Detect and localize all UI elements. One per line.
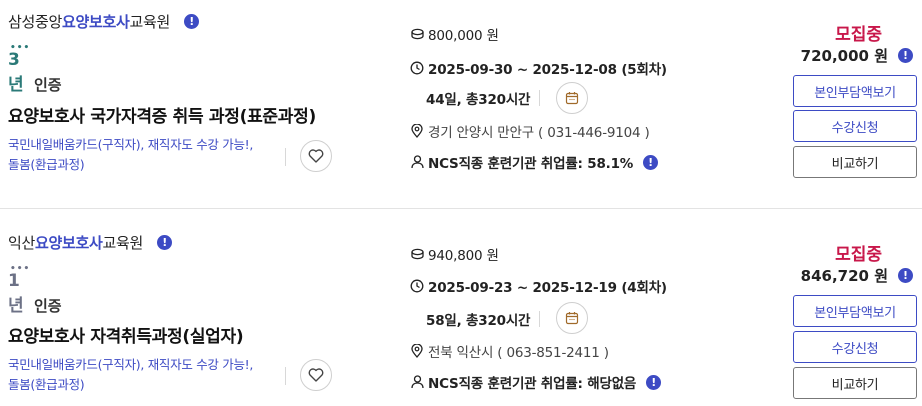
apply-button[interactable]: 수강신청 bbox=[793, 110, 917, 142]
calendar-button[interactable] bbox=[556, 302, 588, 334]
heart-icon bbox=[308, 149, 324, 163]
heart-icon bbox=[308, 368, 324, 382]
institution-name[interactable]: 익산 요양보호사 교육원 ! bbox=[8, 232, 173, 253]
course-address: 경기 안양시 만안구 ( 031-446-9104 ) bbox=[410, 121, 650, 141]
coin-icon bbox=[410, 247, 424, 261]
tag-item[interactable]: 재직자도 수강 가능!, bbox=[148, 137, 254, 152]
person-icon bbox=[410, 375, 424, 389]
institution-suffix: 교육원 bbox=[129, 13, 171, 31]
divider bbox=[539, 90, 540, 106]
ncs-value: NCS직종 훈련기관 취업률: 58.1% bbox=[428, 156, 634, 172]
favorite-button[interactable] bbox=[300, 359, 332, 391]
info-icon[interactable]: ! bbox=[184, 14, 200, 29]
info-icon[interactable]: ! bbox=[157, 235, 173, 250]
info-icon[interactable]: ! bbox=[898, 48, 913, 63]
compare-button[interactable]: 비교하기 bbox=[793, 146, 917, 178]
status-badge: 모집중 bbox=[835, 245, 882, 265]
course-price: 846,720 원 ! bbox=[801, 265, 913, 286]
course-dates: 2025-09-30 ~ 2025-12-08 (5회차) bbox=[410, 58, 667, 78]
info-icon[interactable]: ! bbox=[898, 268, 913, 283]
course-tags: 국민내일배움카드(구직자), 재직자도 수강 가능!, 돌봄(환급과정) bbox=[8, 355, 278, 395]
compare-button[interactable]: 비교하기 bbox=[793, 367, 917, 399]
price-value: 846,720 원 bbox=[800, 267, 888, 285]
course-duration: 44일, 총320시간 bbox=[426, 92, 531, 108]
status-badge: 모집중 bbox=[835, 25, 882, 45]
coin-icon bbox=[410, 27, 424, 41]
dates-value: 2025-09-30 ~ 2025-12-08 (5회차) bbox=[428, 62, 667, 78]
tag-item[interactable]: 국민내일배움카드(구직자), bbox=[8, 357, 144, 372]
cert-years-text: 3년 bbox=[8, 50, 24, 95]
cert-dots-icon: ••• bbox=[10, 43, 31, 53]
clock-icon bbox=[410, 61, 424, 75]
calendar-icon bbox=[565, 92, 579, 105]
institution-prefix: 익산 bbox=[8, 234, 36, 252]
certification-badge: ••• 1년 인증 bbox=[8, 265, 62, 317]
institution-prefix: 삼성중앙 bbox=[8, 13, 63, 31]
price-value: 720,000 원 bbox=[800, 47, 888, 65]
info-icon[interactable]: ! bbox=[646, 374, 662, 390]
ncs-employment-rate: NCS직종 훈련기관 취업률: 58.1% ! bbox=[410, 152, 659, 172]
cert-years: ••• 1년 bbox=[8, 265, 30, 317]
location-icon bbox=[410, 344, 424, 358]
clock-icon bbox=[410, 279, 424, 293]
tag-item[interactable]: 돌봄(환급과정) bbox=[8, 157, 85, 172]
divider bbox=[539, 311, 540, 327]
original-price-value: 940,800 원 bbox=[428, 248, 499, 264]
info-icon[interactable]: ! bbox=[643, 154, 659, 170]
divider bbox=[285, 367, 286, 385]
course-tags: 국민내일배움카드(구직자), 재직자도 수강 가능!, 돌봄(환급과정) bbox=[8, 135, 278, 175]
course-price: 720,000 원 ! bbox=[801, 45, 913, 66]
institution-highlight: 요양보호사 bbox=[62, 13, 130, 31]
original-price: 940,800 원 bbox=[410, 244, 499, 264]
divider bbox=[285, 148, 286, 166]
address-value: 전북 익산시 ( 063-851-2411 ) bbox=[428, 345, 609, 361]
course-title[interactable]: 요양보호사 국가자격증 취득 과정(표준과정) bbox=[8, 102, 316, 127]
calendar-button[interactable] bbox=[556, 82, 588, 114]
cert-label: 인증 bbox=[34, 76, 62, 94]
original-price: 800,000 원 bbox=[410, 24, 499, 44]
address-value: 경기 안양시 만안구 ( 031-446-9104 ) bbox=[428, 125, 650, 141]
original-price-value: 800,000 원 bbox=[428, 28, 499, 44]
institution-name[interactable]: 삼성중앙 요양보호사 교육원 ! bbox=[8, 11, 200, 32]
tag-item[interactable]: 국민내일배움카드(구직자), bbox=[8, 137, 144, 152]
course-dates: 2025-09-23 ~ 2025-12-19 (4회차) bbox=[410, 276, 667, 296]
favorite-button[interactable] bbox=[300, 140, 332, 172]
course-card: 익산 요양보호사 교육원 ! ••• 1년 인증 요양보호사 자격취득과정(실업자) … bbox=[0, 208, 922, 406]
cert-label: 인증 bbox=[34, 297, 62, 315]
cert-years-text: 1년 bbox=[8, 271, 24, 316]
tag-item[interactable]: 재직자도 수강 가능!, bbox=[148, 357, 254, 372]
institution-highlight: 요양보호사 bbox=[35, 234, 103, 252]
cert-dots-icon: ••• bbox=[10, 264, 31, 274]
ncs-employment-rate: NCS직종 훈련기관 취업률: 해당없음 ! bbox=[410, 372, 662, 392]
course-title[interactable]: 요양보호사 자격취득과정(실업자) bbox=[8, 322, 244, 347]
dates-value: 2025-09-23 ~ 2025-12-19 (4회차) bbox=[428, 280, 667, 296]
course-address: 전북 익산시 ( 063-851-2411 ) bbox=[410, 341, 609, 361]
location-icon bbox=[410, 124, 424, 138]
apply-button[interactable]: 수강신청 bbox=[793, 331, 917, 363]
person-icon bbox=[410, 155, 424, 169]
course-duration: 58일, 총320시간 bbox=[426, 313, 531, 329]
institution-suffix: 교육원 bbox=[102, 234, 144, 252]
tag-item[interactable]: 돌봄(환급과정) bbox=[8, 377, 85, 392]
course-card: 삼성중앙 요양보호사 교육원 ! ••• 3년 인증 요양보호사 국가자격증 취득 과… bbox=[0, 0, 922, 200]
calendar-icon bbox=[565, 312, 579, 325]
self-pay-button[interactable]: 본인부담액보기 bbox=[793, 295, 917, 327]
self-pay-button[interactable]: 본인부담액보기 bbox=[793, 75, 917, 107]
certification-badge: ••• 3년 인증 bbox=[8, 44, 62, 96]
ncs-value: NCS직종 훈련기관 취업률: 해당없음 bbox=[428, 376, 637, 392]
cert-years: ••• 3년 bbox=[8, 44, 30, 96]
